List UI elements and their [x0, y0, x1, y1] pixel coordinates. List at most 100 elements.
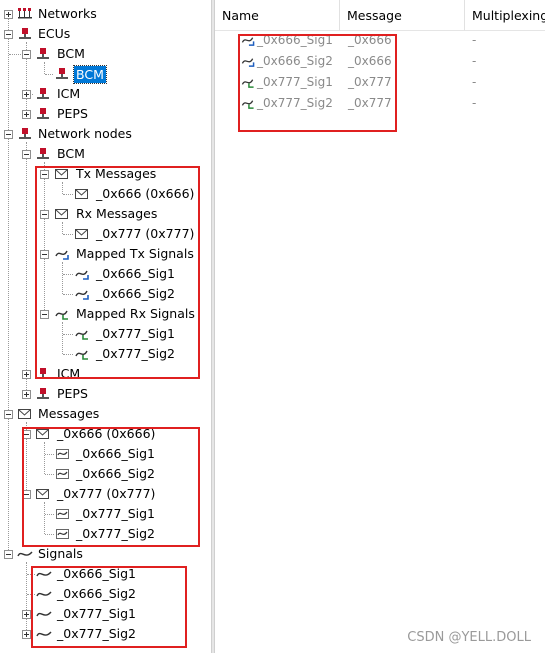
collapse-toggle[interactable]: [4, 130, 13, 139]
envelope-icon: [36, 489, 49, 499]
column-header-multiplexing[interactable]: Multiplexing/: [465, 0, 545, 31]
cell-multiplexing: -: [472, 96, 477, 110]
collapse-toggle[interactable]: [40, 250, 49, 259]
expand-toggle[interactable]: [22, 90, 31, 99]
tree-label: _0x666_Sig2: [57, 586, 137, 601]
message-signal-icon: [56, 469, 69, 479]
signal-wave-icon: [36, 611, 52, 617]
collapse-toggle[interactable]: [22, 490, 31, 499]
tree-label: BCM: [57, 146, 85, 161]
mapped-rx-signal-icon: [241, 100, 254, 109]
message-signal-icon: [56, 529, 69, 539]
mapped-rx-signal-icon: [75, 330, 88, 340]
ecu-icon: [37, 368, 49, 379]
tree-label: _0x666_Sig1: [76, 446, 156, 461]
collapse-toggle[interactable]: [4, 410, 13, 419]
ecu-icon: [19, 28, 31, 39]
tree-label: ECUs: [38, 26, 71, 41]
ecu-icon: [37, 88, 49, 99]
collapse-toggle[interactable]: [22, 50, 31, 59]
tree-label: _0x777_Sig2: [96, 346, 176, 361]
collapse-toggle[interactable]: [22, 150, 31, 159]
cell-name: _0x666_Sig1: [257, 33, 333, 47]
envelope-icon: [18, 409, 31, 419]
tree-label: _0x666_Sig1: [57, 566, 137, 581]
collapse-toggle[interactable]: [22, 430, 31, 439]
tree-label: ICM: [57, 86, 81, 101]
message-signal-icon: [56, 509, 69, 519]
tree-label: Rx Messages: [76, 206, 158, 221]
tree-label: Messages: [38, 406, 100, 421]
cell-message: _0x666: [348, 54, 392, 68]
column-header-name[interactable]: Name: [215, 0, 340, 31]
tree-label: _0x666 (0x666): [96, 186, 195, 201]
envelope-icon: [36, 429, 49, 439]
tree-label: _0x777_Sig1: [57, 606, 137, 621]
message-signal-icon: [56, 449, 69, 459]
watermark: CSDN @YELL.DOLL: [407, 630, 531, 645]
tree-label: BCM: [57, 46, 85, 61]
ecu-icon: [37, 108, 49, 119]
mapped-rx-signal-icon: [241, 79, 254, 88]
expand-toggle[interactable]: [4, 10, 13, 19]
tree-label: _0x777_Sig1: [96, 326, 176, 341]
ecu-icon: [37, 148, 49, 159]
expand-toggle[interactable]: [22, 630, 31, 639]
expand-toggle[interactable]: [22, 370, 31, 379]
tree-label: Tx Messages: [76, 166, 157, 181]
cell-multiplexing: -: [472, 33, 477, 47]
tree-label: Signals: [38, 546, 83, 561]
signal-wave-icon: [36, 571, 52, 577]
expand-toggle[interactable]: [22, 110, 31, 119]
tree-label: Network nodes: [38, 126, 132, 141]
tree-label-selected: BCM: [73, 65, 107, 84]
tree-label: _0x777 (0x777): [96, 226, 195, 241]
network-node-icon: [19, 128, 31, 139]
tree-label: _0x777_Sig2: [57, 626, 137, 641]
column-header-message[interactable]: Message: [340, 0, 465, 31]
cell-name: _0x777_Sig2: [257, 96, 333, 110]
signal-wave-icon: [17, 551, 33, 557]
tree-label: ICM: [57, 366, 81, 381]
database-tree[interactable]: Networks ECUs BCM BCM ICM PEPS Network n…: [0, 0, 211, 653]
signal-wave-icon: [36, 591, 52, 597]
cell-multiplexing: -: [472, 75, 477, 89]
tree-label: PEPS: [57, 106, 88, 121]
ecu-icon: [37, 48, 49, 59]
mapped-tx-signal-icon: [75, 270, 89, 280]
collapse-toggle[interactable]: [40, 210, 49, 219]
list-row[interactable]: _0x777_Sig2 _0x777 -: [215, 93, 545, 114]
mapped-rx-signal-icon: [55, 310, 68, 320]
tree-label: _0x666_Sig2: [96, 286, 176, 301]
cell-name: _0x777_Sig1: [257, 75, 333, 89]
tree-label: _0x666_Sig1: [96, 266, 176, 281]
envelope-icon: [75, 189, 88, 199]
mapped-tx-signal-icon: [241, 37, 255, 46]
signal-list-view[interactable]: Name Message Multiplexing/ _0x666_Sig1 _…: [215, 0, 545, 653]
cell-message: _0x777: [348, 75, 392, 89]
list-row[interactable]: _0x777_Sig1 _0x777 -: [215, 72, 545, 93]
tree-label: _0x777 (0x777): [57, 486, 156, 501]
collapse-toggle[interactable]: [4, 30, 13, 39]
expand-toggle[interactable]: [22, 610, 31, 619]
cell-multiplexing: -: [472, 54, 477, 68]
tree-label: _0x666 (0x666): [57, 426, 156, 441]
mapped-tx-signal-icon: [75, 290, 89, 300]
cell-name: _0x666_Sig2: [257, 54, 333, 68]
mapped-tx-signal-icon: [55, 250, 69, 260]
expand-toggle[interactable]: [22, 390, 31, 399]
tree-label: Mapped Tx Signals: [76, 246, 194, 261]
list-row[interactable]: _0x666_Sig1 _0x666 -: [215, 30, 545, 51]
cell-message: _0x666: [348, 33, 392, 47]
tree-label: Mapped Rx Signals: [76, 306, 195, 321]
collapse-toggle[interactable]: [40, 170, 49, 179]
envelope-icon: [55, 169, 68, 179]
tree-label: _0x777_Sig2: [76, 526, 156, 541]
collapse-toggle[interactable]: [4, 550, 13, 559]
cell-message: _0x777: [348, 96, 392, 110]
envelope-icon: [55, 209, 68, 219]
tree-label: Networks: [38, 6, 97, 21]
signal-wave-icon: [36, 631, 52, 637]
collapse-toggle[interactable]: [40, 310, 49, 319]
list-row[interactable]: _0x666_Sig2 _0x666 -: [215, 51, 545, 72]
